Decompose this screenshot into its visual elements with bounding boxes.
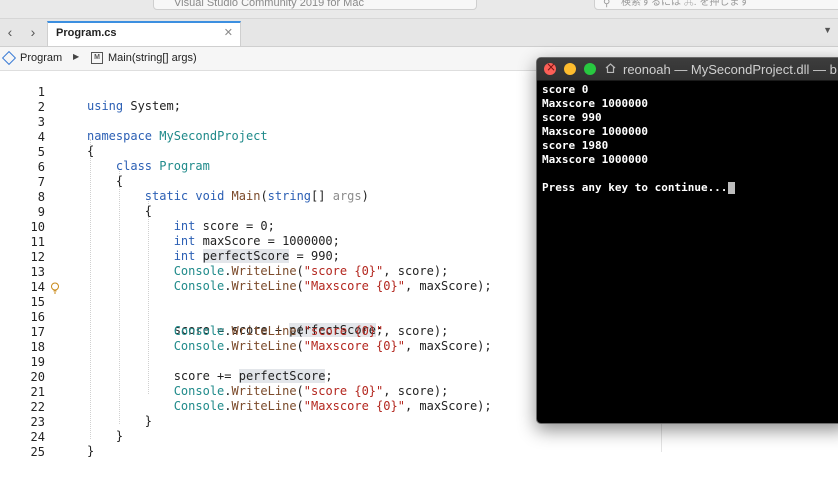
- terminal-prompt-line: Press any key to continue...: [542, 181, 838, 195]
- text-cursor: [728, 182, 736, 194]
- search-placeholder: 検索するには ⌘. を押します: [621, 0, 750, 8]
- line-number: 25: [30, 445, 45, 459]
- method-icon: M: [91, 52, 103, 64]
- terminal-line: score 990: [542, 111, 602, 124]
- terminal-line: Maxscore 1000000: [542, 125, 648, 138]
- close-window-icon[interactable]: [544, 60, 556, 75]
- close-icon[interactable]: ✕: [224, 26, 233, 39]
- tab-program-cs[interactable]: Program.cs ✕: [47, 21, 241, 46]
- window-title: Visual Studio Community 2019 for Mac: [153, 0, 477, 10]
- terminal-line: score 1980: [542, 139, 609, 152]
- breadcrumb-separator-icon: ▶: [73, 52, 80, 61]
- terminal-line: Maxscore 1000000: [542, 153, 648, 166]
- lightbulb-icon[interactable]: [50, 282, 60, 294]
- terminal-line: Maxscore 1000000: [542, 97, 648, 110]
- breadcrumb-method[interactable]: M Main(string[] args): [91, 52, 197, 64]
- breadcrumb-class-label: Program: [20, 52, 63, 64]
- tab-bar: ‹ › Program.cs ✕ ▼: [0, 19, 838, 47]
- breadcrumb-method-label: Main(string[] args): [108, 52, 197, 64]
- terminal-title-bar[interactable]: reonoah — MySecondProject.dll — b: [537, 58, 838, 81]
- maximize-window-icon[interactable]: [584, 63, 596, 75]
- class-icon: [1, 50, 17, 66]
- back-arrow-icon[interactable]: ‹: [1, 23, 19, 41]
- search-icon: ⚲: [603, 0, 611, 9]
- terminal-prompt-text: Press any key to continue...: [542, 181, 728, 194]
- window-title-bar: Visual Studio Community 2019 for Mac ⚲ 検…: [0, 0, 838, 19]
- tab-label: Program.cs: [56, 27, 117, 39]
- forward-arrow-icon[interactable]: ›: [24, 23, 42, 41]
- home-folder-icon: [605, 63, 616, 73]
- tab-list-dropdown-icon[interactable]: ▼: [823, 25, 832, 35]
- minimize-window-icon[interactable]: [564, 63, 576, 75]
- code-line: 25: [10, 431, 660, 459]
- terminal-window[interactable]: reonoah — MySecondProject.dll — b score …: [536, 57, 838, 424]
- terminal-title: reonoah — MySecondProject.dll — b: [623, 62, 837, 77]
- search-field[interactable]: ⚲ 検索するには ⌘. を押します: [594, 0, 838, 10]
- code-text: }: [87, 444, 95, 458]
- breadcrumb-class[interactable]: Program: [1, 50, 63, 66]
- terminal-output: score 0 Maxscore 1000000 score 990 Maxsc…: [542, 83, 838, 195]
- terminal-line: score 0: [542, 83, 589, 96]
